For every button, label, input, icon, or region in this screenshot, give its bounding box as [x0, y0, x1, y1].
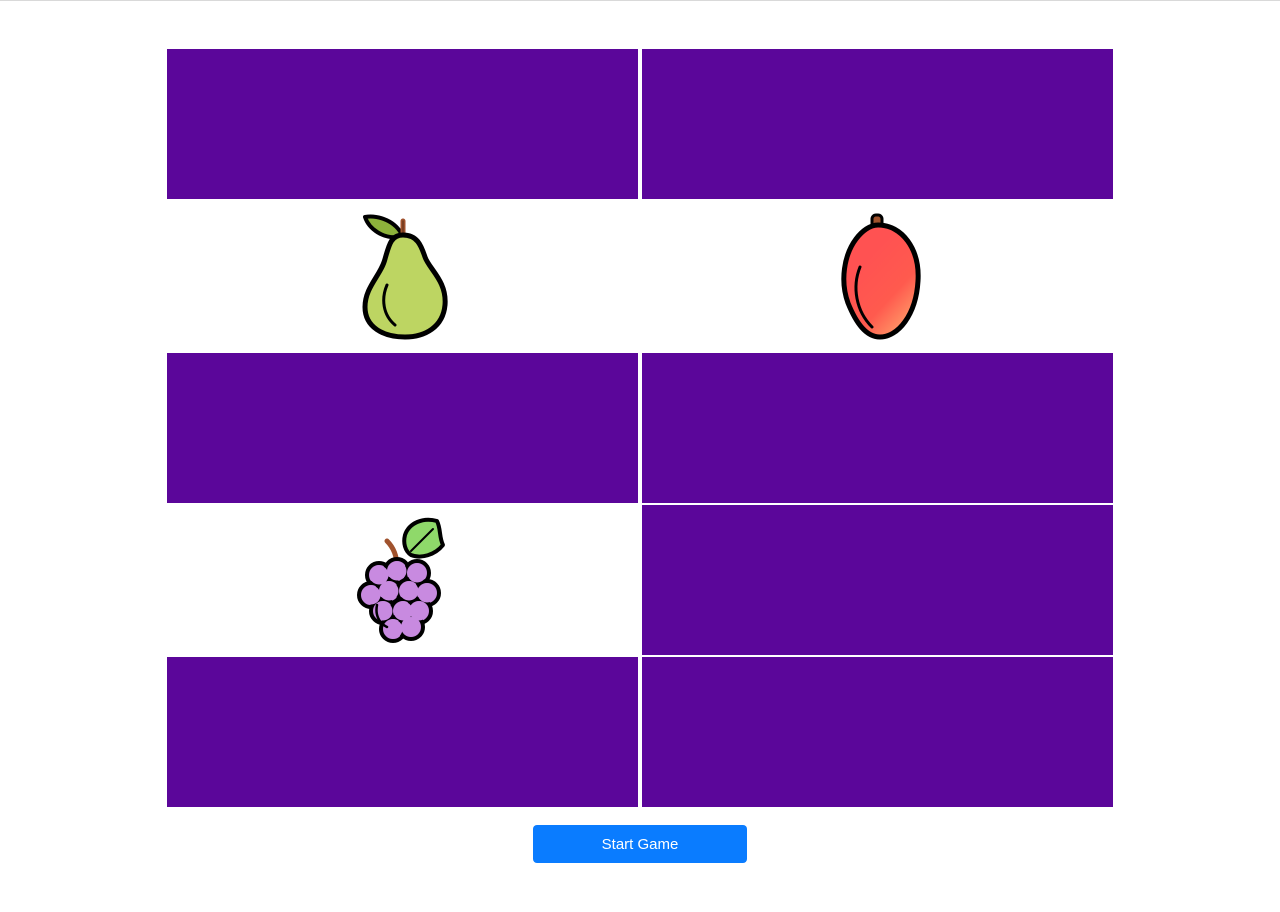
grapes-icon [356, 517, 445, 643]
card-8[interactable] [642, 505, 1113, 655]
card-3[interactable] [167, 201, 638, 351]
card-10[interactable] [642, 657, 1113, 807]
card-9[interactable] [167, 657, 638, 807]
card-2[interactable] [642, 49, 1113, 199]
card-5[interactable] [167, 353, 638, 503]
card-7[interactable] [167, 505, 638, 655]
card-6[interactable] [642, 353, 1113, 503]
start-game-button[interactable]: Start Game [533, 825, 747, 863]
card-4[interactable] [642, 201, 1113, 351]
pear-icon [362, 214, 448, 340]
mango-icon [840, 213, 921, 340]
memory-game-board [167, 49, 1113, 807]
card-1[interactable] [167, 49, 638, 199]
top-border [0, 0, 1280, 1]
